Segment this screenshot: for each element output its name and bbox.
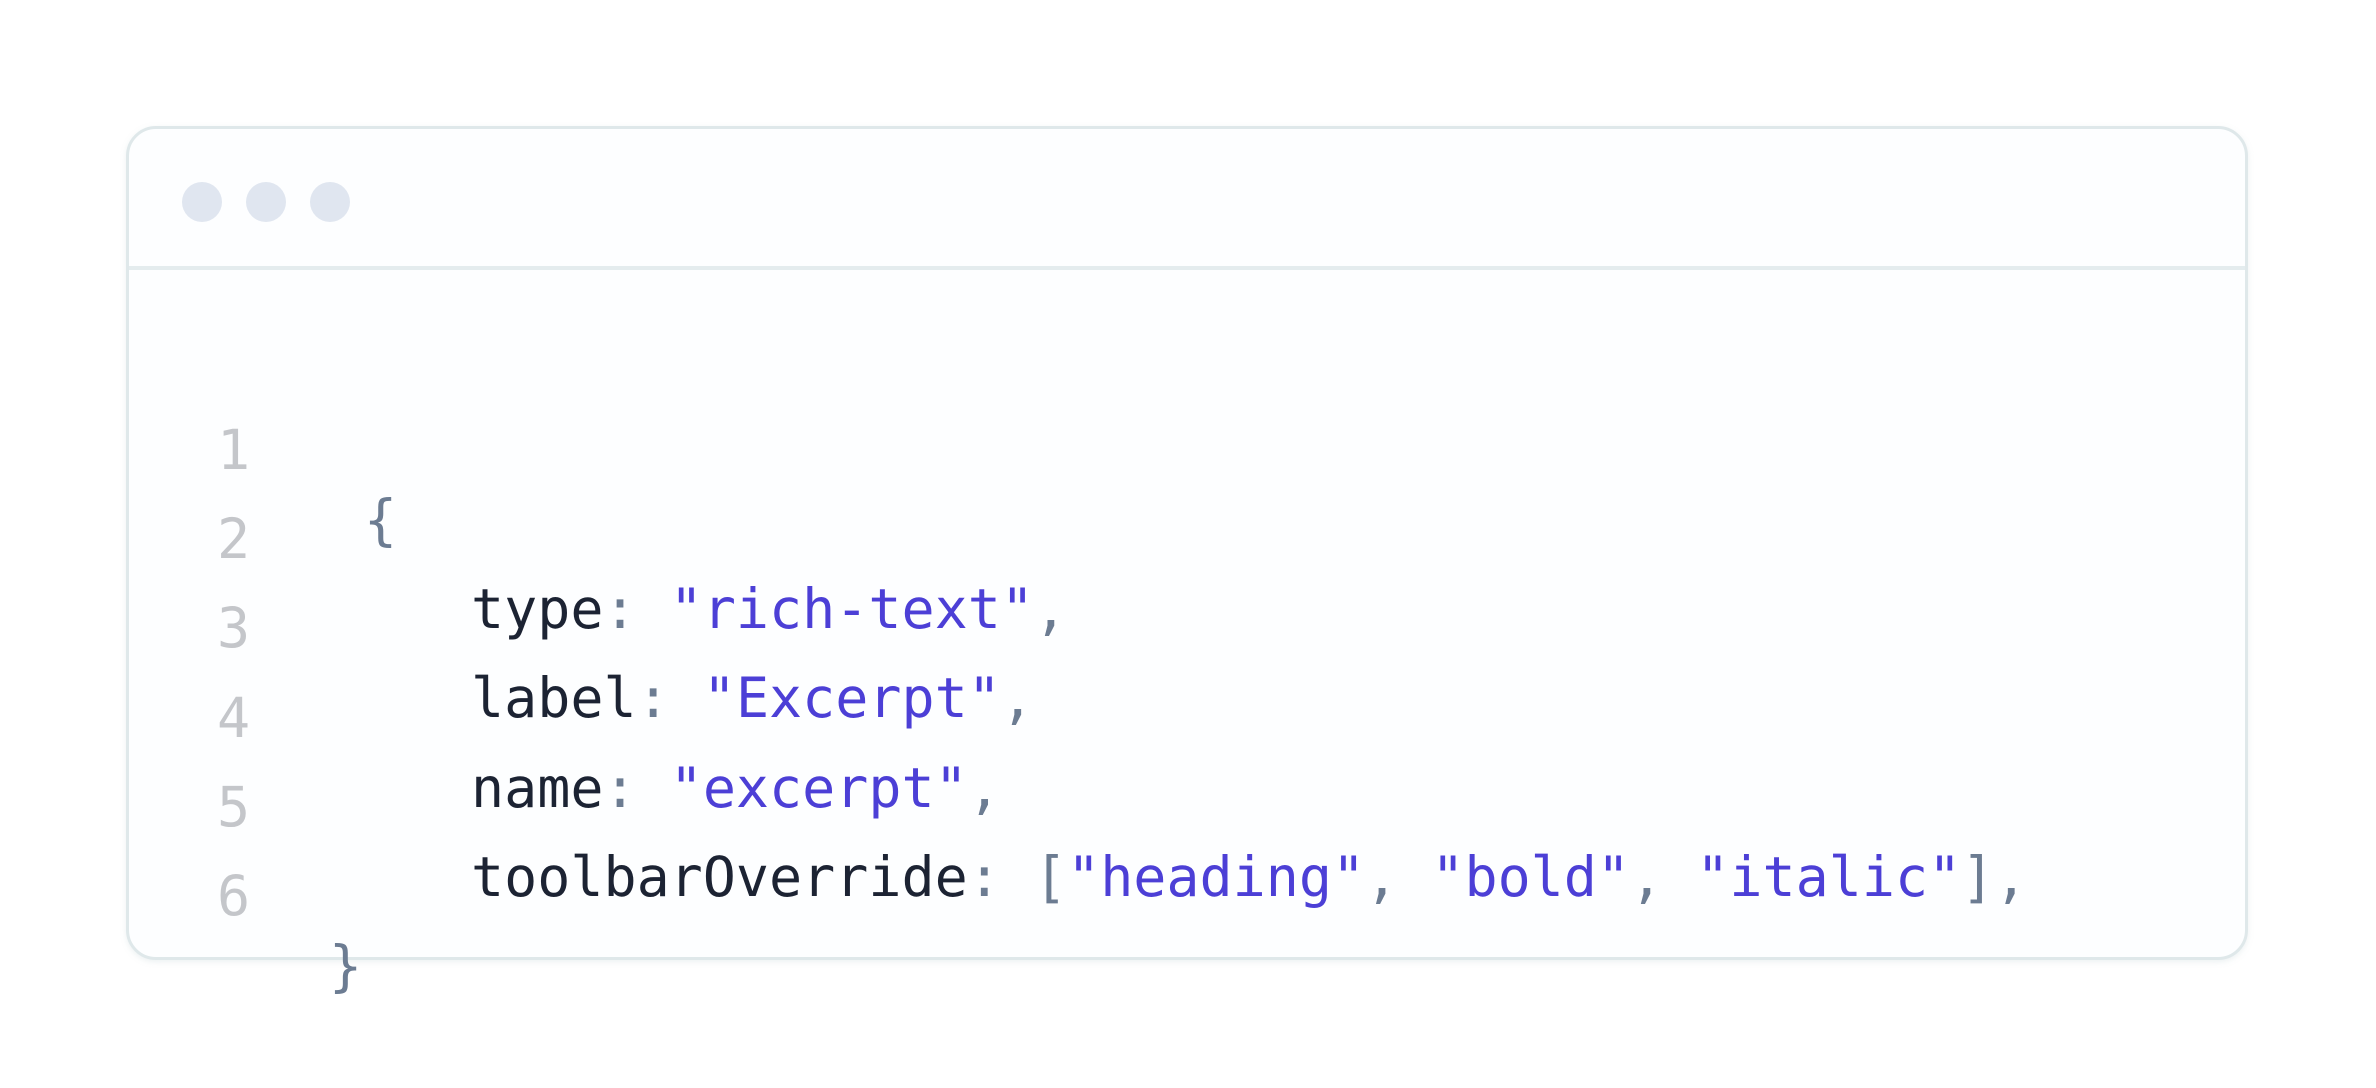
property-key: type [471,577,604,641]
close-bracket: ] [1961,845,1995,909]
code-content: name: "excerpt", [471,753,1001,823]
code-line-4: 4 name: "excerpt", [129,613,1001,820]
separator: , [1630,845,1664,909]
close-brace: } [329,934,363,998]
string-value: "excerpt" [669,756,968,820]
property-key: toolbarOverride [471,845,968,909]
code-line-3: 3 label: "Excerpt", [129,523,1034,730]
property-key: name [471,756,604,820]
array-item: "italic" [1696,845,1962,909]
colon: : [603,577,637,641]
close-dot[interactable] [182,182,222,222]
code-content: toolbarOverride: ["heading", "bold", "it… [471,842,2027,912]
code-line-1: 1 { [129,345,397,552]
minimize-dot[interactable] [246,182,286,222]
code-content: type: "rich-text", [471,574,1067,644]
window-titlebar [129,129,2245,270]
open-bracket: [ [1033,845,1068,909]
property-key: label [471,666,637,730]
string-value: "Excerpt" [702,666,1001,730]
colon: : [603,756,637,820]
open-brace: { [364,488,398,552]
code-line-6: 6 } [129,791,362,998]
comma: , [1033,577,1068,641]
code-content: label: "Excerpt", [471,663,1034,733]
colon: : [636,666,670,730]
separator: , [1365,845,1399,909]
code-window: 1 { 2 type: "rich-text", 3 label: "Excer… [126,126,2248,998]
comma: , [967,756,1001,820]
comma: , [1000,666,1034,730]
array-item: "bold" [1431,845,1631,909]
array-item: "heading" [1067,845,1366,909]
string-value: "rich-text" [669,577,1034,641]
comma: , [1994,845,2028,909]
code-line-2: 2 type: "rich-text", [129,434,1067,641]
line-number: 6 [217,864,251,928]
colon: : [967,845,1001,909]
maximize-dot[interactable] [310,182,350,222]
code-line-5: 5 toolbarOverride: ["heading", "bold", "… [129,702,2027,909]
